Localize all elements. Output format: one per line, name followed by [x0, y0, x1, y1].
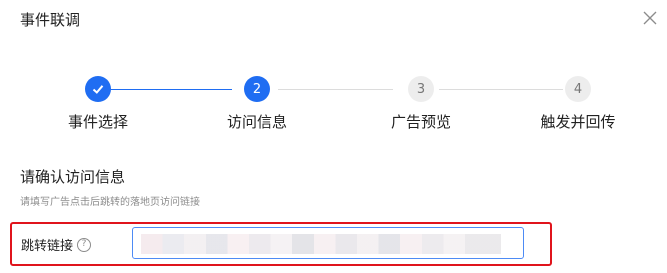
close-button[interactable] [640, 8, 660, 28]
step-3-indicator: 3 [408, 76, 434, 102]
jump-link-label: 跳转链接 ? [21, 235, 92, 254]
step-1-label: 事件选择 [67, 113, 128, 131]
section-hint: 请填写广告点击后跳转的落地页访问链接 [20, 197, 200, 208]
step-visit-info[interactable]: 2 访问信息 [187, 76, 327, 136]
obscured-link-value [141, 234, 501, 254]
jump-link-label-text: 跳转链接 [21, 239, 74, 254]
step-4-indicator: 4 [565, 76, 591, 102]
step-3-label: 广告预览 [390, 113, 451, 131]
dialog-title: 事件联调 [20, 11, 81, 29]
step-4-label: 触发并回传 [540, 113, 616, 131]
step-1-indicator [85, 76, 111, 102]
step-ad-preview[interactable]: 3 广告预览 [351, 76, 491, 136]
jump-link-row: 跳转链接 ? [10, 222, 552, 266]
step-2-label: 访问信息 [226, 113, 287, 131]
question-circle-icon[interactable]: ? [77, 237, 92, 252]
step-event-select[interactable]: 事件选择 [28, 76, 168, 136]
steps-progress: 事件选择 2 访问信息 3 广告预览 4 触发并回传 [0, 76, 667, 136]
step-2-indicator: 2 [244, 76, 270, 102]
step-trigger-callback[interactable]: 4 触发并回传 [508, 76, 648, 136]
jump-link-input[interactable] [132, 227, 524, 259]
check-icon [92, 85, 104, 94]
section-title: 请确认访问信息 [20, 168, 126, 186]
close-icon[interactable] [640, 8, 660, 28]
